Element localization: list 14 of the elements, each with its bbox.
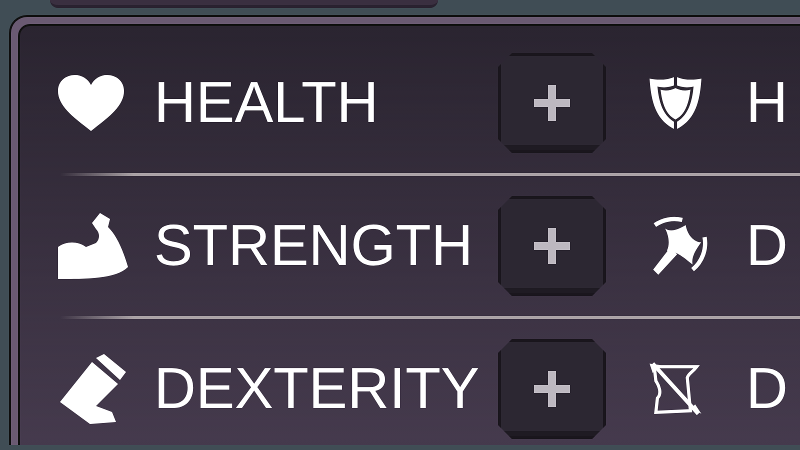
- derived-stat-label: D: [746, 356, 788, 421]
- plus-button[interactable]: [498, 196, 606, 296]
- derived-stat-label: H: [746, 70, 788, 135]
- stat-label: STRENGTH: [154, 213, 473, 278]
- stat-label: DEXTERITY: [154, 356, 480, 421]
- plus-icon: [532, 369, 572, 409]
- plus-icon: [532, 226, 572, 266]
- plus-icon: [532, 83, 572, 123]
- heart-icon: [56, 73, 126, 133]
- stat-label: HEALTH: [154, 70, 379, 135]
- plus-button[interactable]: [498, 53, 606, 153]
- flexed-arm-icon: [56, 211, 131, 281]
- plus-button[interactable]: [498, 339, 606, 439]
- derived-stat-label: D: [746, 213, 788, 278]
